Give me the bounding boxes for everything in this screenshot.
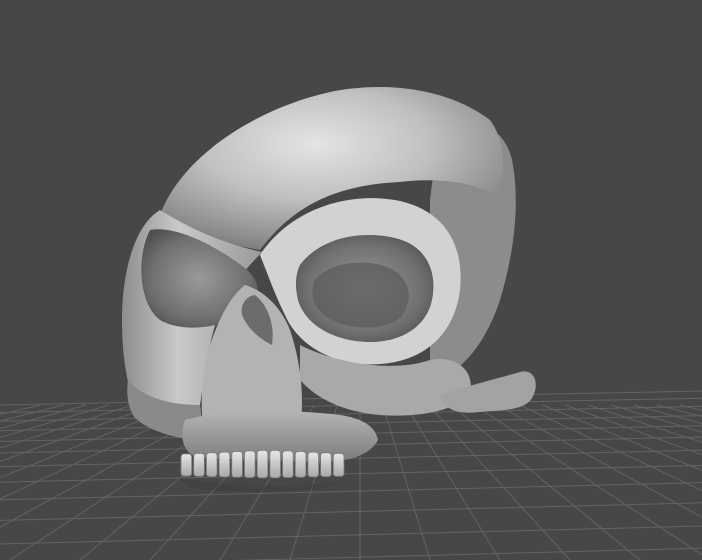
tooth: [320, 452, 332, 478]
floor-grid: [0, 390, 702, 560]
grid-line: [0, 525, 702, 545]
grid-line: [0, 404, 110, 439]
tooth: [180, 453, 193, 477]
grid-line: [0, 404, 87, 430]
tooth: [307, 451, 320, 478]
tooth: [256, 449, 269, 479]
grid-line: [0, 464, 702, 483]
tooth: [193, 452, 205, 477]
grid-line: [232, 547, 702, 560]
tooth: [205, 452, 218, 478]
grid-line: [405, 404, 501, 560]
tooth: [218, 451, 231, 478]
tooth: [282, 450, 294, 478]
grid-line: [382, 404, 431, 560]
tooth: [332, 452, 345, 477]
tooth: [294, 451, 307, 478]
grid-line: [428, 404, 571, 560]
tooth: [269, 449, 281, 479]
tooth: [244, 450, 256, 478]
grid-line: [542, 404, 702, 472]
grid-line: [0, 502, 702, 521]
viewport-canvas[interactable]: [0, 0, 702, 560]
tooth: [231, 451, 243, 478]
3d-viewport[interactable]: [0, 0, 702, 560]
teeth-shadow: [178, 478, 340, 492]
